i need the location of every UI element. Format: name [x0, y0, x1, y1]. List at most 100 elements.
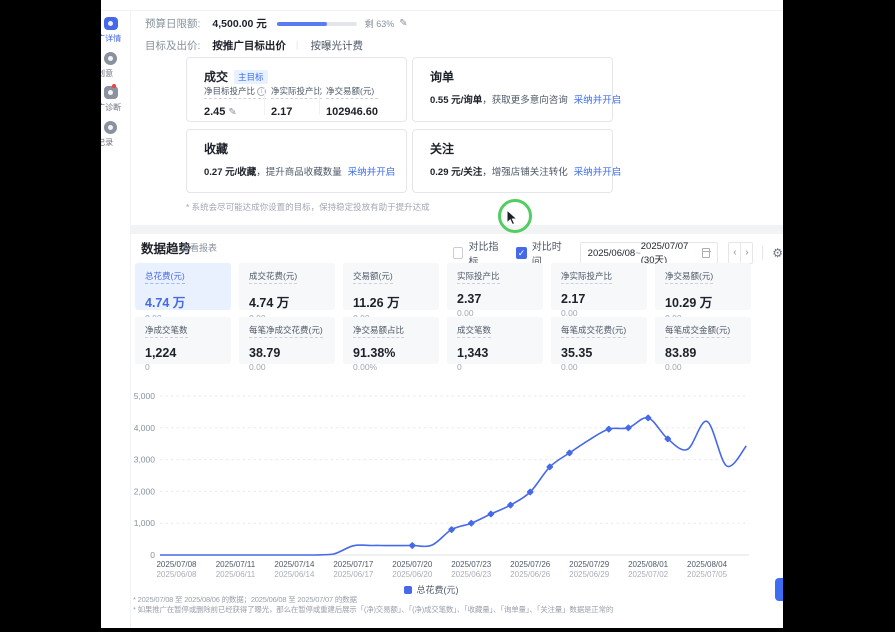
budget-edit-pencil-icon[interactable]: ✎ [399, 18, 407, 29]
tab-bid-by-exposure[interactable]: 按曝光计费 [311, 38, 364, 53]
adopt-enable-link[interactable]: 采纳并开启 [574, 95, 622, 106]
daily-budget-row: 预算日限额: 4,500.00 元 剩 63% ✎ [145, 16, 408, 31]
sidebar-item[interactable]: 广详情 [101, 17, 131, 44]
adopt-enable-link[interactable]: 采纳并开启 [348, 167, 396, 178]
bidding-row: 目标及出价: 按推广目标出价 | 按曝光计费 [145, 38, 363, 53]
metric-cell[interactable]: 交易额(元)11.26 万0.00 [343, 263, 439, 310]
goal-card-title: 收藏 [204, 140, 228, 158]
line-chart[interactable]: 01,0002,0003,0004,0005,0002025/07/082025… [121, 390, 753, 580]
goal-metric-value: 2.45✎ [204, 106, 266, 118]
sidebar: 广详情创意广诊断记录 [101, 11, 131, 628]
metric-cell-value: 2.17 [561, 292, 637, 306]
goal-card-3[interactable]: 收藏0.27 元/收藏，提升商品收藏数量采纳并开启 [186, 129, 407, 193]
metric-cell[interactable]: 净成交笔数1,2240 [135, 317, 231, 364]
metric-cell[interactable]: 净实际投产比2.170.00 [551, 263, 647, 310]
goal-card-title-text: 收藏 [204, 142, 228, 156]
goal-card-4[interactable]: 关注0.29 元/关注，增强店铺关注转化采纳并开启 [412, 129, 613, 193]
tab-divider: | [296, 40, 299, 51]
metric-cell[interactable]: 净交易额(元)10.29 万0.00 [655, 263, 751, 310]
goal-card-title-text: 成交 [204, 70, 228, 84]
x-axis-tick-secondary: 2025/06/29 [569, 570, 610, 579]
data-point-marker[interactable] [487, 510, 494, 517]
goal-card-title-text: 关注 [430, 142, 454, 156]
goal-metric: 净实际投产比2.17 [271, 85, 322, 118]
metric-cell-label: 总花费(元) [145, 270, 185, 284]
metric-cell-subvalue: 0.00% [353, 362, 429, 372]
next-period-button[interactable]: › [740, 242, 753, 264]
x-axis-tick-secondary: 2025/07/05 [687, 570, 728, 579]
budget-remaining: 剩 63% [365, 17, 395, 30]
metric-cell-value: 1,343 [457, 346, 533, 360]
tab-bid-by-goal[interactable]: 按推广目标出价 [212, 38, 286, 53]
goal-card-1[interactable]: 成交主目标净目标投产比i2.45✎净实际投产比2.17净交易额(元)102946… [186, 57, 407, 122]
goal-metric-value: 102946.60 [326, 106, 378, 118]
notification-dot [112, 84, 116, 88]
goal-card-title: 询单 [430, 68, 454, 86]
data-point-marker[interactable] [507, 501, 514, 508]
date-range-picker[interactable]: 2025/06/08 ~ 2025/07/07 (30天) [580, 242, 719, 264]
primary-goal-badge: 主目标 [234, 70, 268, 84]
data-point-marker[interactable] [644, 414, 651, 421]
spend-trend-line [160, 418, 746, 555]
clock-icon [104, 121, 117, 134]
metric-cell[interactable]: 总花费(元)4.74 万0.00 [135, 263, 231, 310]
x-axis-tick-primary: 2025/08/04 [687, 560, 728, 569]
metric-cell[interactable]: 每笔净成交花费(元)38.790.00 [239, 317, 335, 364]
floating-side-button[interactable] [775, 578, 783, 601]
goal-price: 0.27 元/收藏 [204, 167, 256, 178]
metric-cell-subvalue: 0 [457, 362, 533, 372]
x-axis-tick-primary: 2025/07/08 [156, 560, 197, 569]
metric-cell-subvalue: 0.00 [665, 362, 741, 372]
metric-divider [319, 87, 320, 115]
goal-card-desc: 0.55 元/询单，获取更多意向咨询采纳并开启 [430, 92, 621, 106]
bulb-icon [104, 52, 117, 65]
mouse-cursor-icon [505, 209, 519, 227]
bulb-icon-glyph [108, 56, 113, 61]
gear-icon[interactable]: ⚙ [772, 246, 783, 260]
x-axis-tick-primary: 2025/07/17 [333, 560, 374, 569]
goal-card-title-text: 询单 [430, 70, 454, 84]
metric-cell-label: 实际投产比 [457, 270, 500, 284]
sidebar-item-label: 广诊断 [101, 101, 129, 112]
x-axis-tick-secondary: 2025/06/11 [216, 570, 256, 579]
metric-cell[interactable]: 每笔成交花费(元)35.350.00 [551, 317, 647, 364]
goal-edit-pencil-icon[interactable]: ✎ [228, 107, 236, 118]
y-axis-tick: 1,000 [134, 518, 156, 528]
megaphone-icon-glyph [108, 21, 113, 26]
goal-desc-text: ，获取更多意向咨询 [482, 95, 568, 106]
y-axis-tick: 2,000 [134, 486, 156, 496]
data-point-marker[interactable] [625, 424, 632, 431]
x-axis-tick-secondary: 2025/06/14 [274, 570, 315, 579]
metric-cell-label: 每笔成交花费(元) [561, 324, 626, 338]
metric-cell[interactable]: 成交笔数1,3430 [447, 317, 543, 364]
sidebar-item[interactable]: 记录 [101, 121, 131, 148]
metric-cell-value: 38.79 [249, 346, 325, 360]
goal-card-desc: 0.29 元/关注，增强店铺关注转化采纳并开启 [430, 164, 621, 178]
metric-cell-label: 成交花费(元) [249, 270, 297, 284]
goal-price: 0.29 元/关注 [430, 167, 482, 178]
x-axis-tick-secondary: 2025/06/17 [333, 570, 374, 579]
y-axis-tick: 3,000 [134, 455, 156, 465]
x-axis-tick-primary: 2025/07/14 [274, 560, 315, 569]
budget-progressbar [277, 22, 357, 26]
sidebar-item-label: 广详情 [101, 32, 129, 43]
adopt-enable-link[interactable]: 采纳并开启 [574, 167, 622, 178]
calendar-icon [702, 248, 710, 258]
metric-cell[interactable]: 净交易额占比91.38%0.00% [343, 317, 439, 364]
compare-time-checkbox[interactable]: ✓ [516, 247, 526, 259]
metric-cell-label: 每笔净成交花费(元) [249, 324, 323, 338]
data-point-marker[interactable] [468, 520, 475, 527]
compare-metric-checkbox[interactable] [453, 247, 463, 259]
metric-cell[interactable]: 实际投产比2.370.00 [447, 263, 543, 310]
metric-cell[interactable]: 成交花费(元)4.74 万0.00 [239, 263, 335, 310]
sidebar-item[interactable]: 创意 [101, 52, 131, 79]
data-point-marker[interactable] [605, 425, 612, 432]
goal-card-2[interactable]: 询单0.55 元/询单，获取更多意向咨询采纳并开启 [412, 57, 613, 122]
view-report-link[interactable]: 查看报表 [181, 241, 217, 254]
sidebar-item[interactable]: 广诊断 [101, 86, 131, 113]
metric-cell[interactable]: 每笔成交金额(元)83.890.00 [655, 317, 751, 364]
data-point-marker[interactable] [409, 542, 416, 549]
goal-metric: 净交易额(元)102946.60 [326, 85, 378, 118]
metric-cell-label: 净成交笔数 [145, 324, 188, 338]
megaphone-icon [104, 17, 118, 30]
